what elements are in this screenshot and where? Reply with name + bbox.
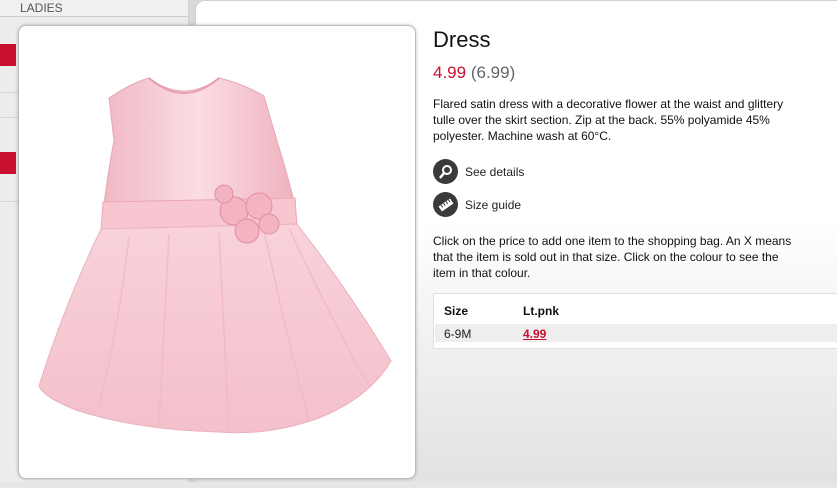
magnifier-icon — [433, 159, 458, 184]
size-guide-link[interactable]: Size guide — [433, 192, 521, 217]
add-to-bag-price-link[interactable]: 4.99 — [523, 327, 546, 341]
size-table: Size Lt.pnk 6-9M 4.99 — [433, 293, 837, 349]
see-details-link[interactable]: See details — [433, 159, 524, 184]
see-details-label[interactable]: See details — [465, 165, 524, 179]
original-price: (6.99) — [470, 63, 516, 82]
dress-illustration — [38, 77, 392, 434]
product-price: 4.99 (6.99) — [433, 63, 515, 83]
size-header: Size — [444, 304, 469, 318]
size-guide-label[interactable]: Size guide — [465, 198, 521, 212]
current-price: 4.99 — [433, 63, 467, 82]
product-image[interactable] — [18, 25, 416, 479]
size-cell: 6-9M — [444, 327, 472, 341]
product-description: Flared satin dress with a decorative flo… — [433, 97, 784, 143]
bottom-edge — [0, 482, 837, 488]
sidebar-marker — [0, 152, 16, 174]
sidebar-marker — [0, 44, 16, 66]
color-header[interactable]: Lt.pnk — [523, 304, 559, 318]
product-title: Dress — [433, 27, 491, 52]
table-row: 6-9M 4.99 — [435, 324, 837, 342]
ruler-icon — [433, 192, 458, 217]
help-text: Click on the price to add one item to th… — [433, 234, 792, 280]
sidebar-header[interactable]: LADIES — [0, 0, 188, 17]
